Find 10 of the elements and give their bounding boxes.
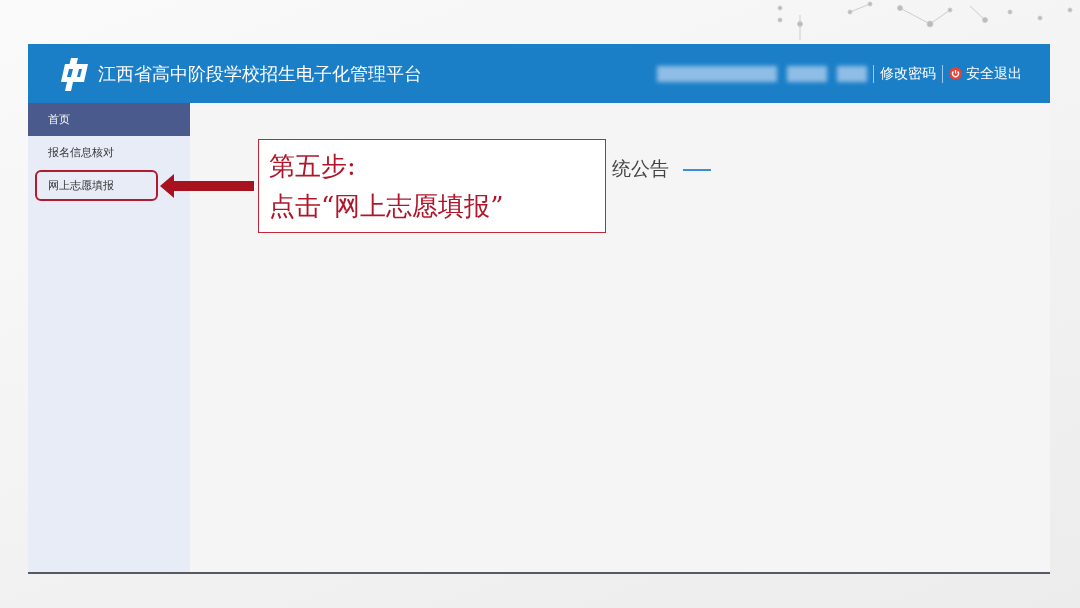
sidebar-item[interactable]: 报名信息核对 bbox=[28, 136, 190, 169]
section-heading: 统公告 bbox=[612, 156, 669, 181]
site-title: 江西省高中阶段学校招生电子化管理平台 bbox=[98, 61, 422, 86]
sidebar-item[interactable]: 首页 bbox=[28, 103, 190, 136]
sidebar-item[interactable]: 网上志愿填报 bbox=[35, 170, 158, 201]
power-icon bbox=[949, 67, 962, 80]
callout-text: 点击“网上志愿填报” bbox=[269, 190, 505, 223]
callout-text: 第五步: bbox=[269, 150, 357, 183]
logout-link[interactable]: 安全退出 bbox=[949, 64, 1022, 83]
change-password-link[interactable]: 修改密码 bbox=[880, 64, 936, 83]
